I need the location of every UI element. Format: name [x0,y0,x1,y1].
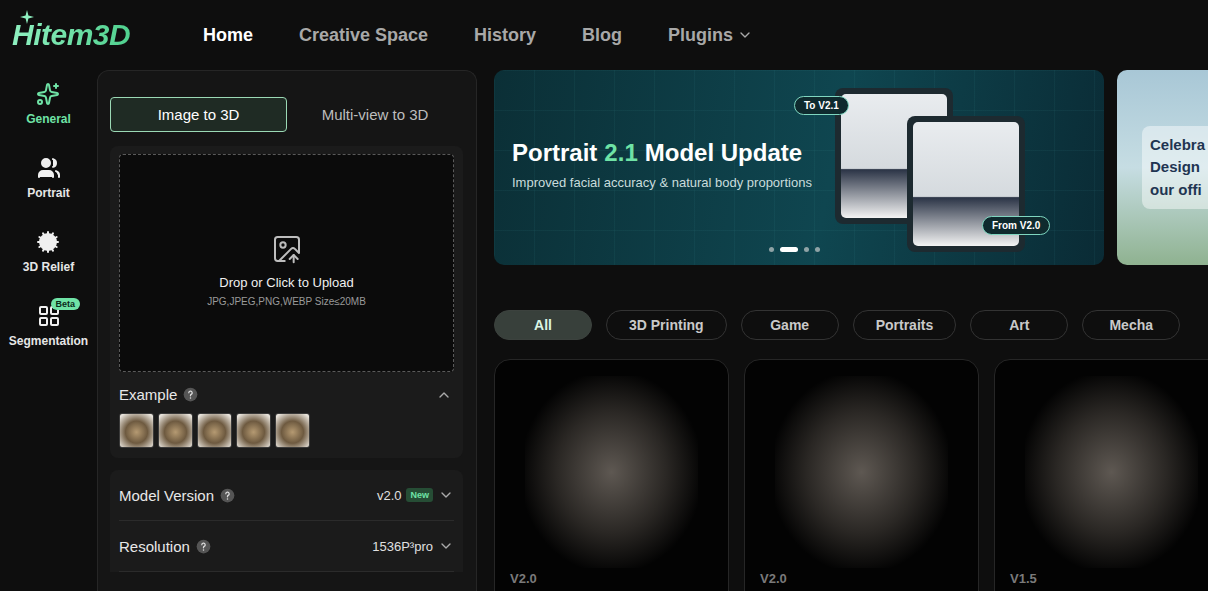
example-thumbnails [119,413,454,448]
nav-item[interactable]: Creative Space [299,25,428,46]
model-card[interactable]: V2.0 [744,359,979,591]
model-preview [775,376,948,568]
beta-badge: Beta [51,298,81,310]
example-label: Example [119,386,198,403]
from-version-badge: From V2.0 [982,216,1050,235]
generate-panel: Image to 3DMulti-view to 3D Drop or Click… [97,70,477,591]
filter-chip[interactable]: 3D Printing [606,310,727,340]
chevron-down-icon [737,27,753,43]
upload-title: Drop or Click to Upload [219,275,353,290]
setting-row[interactable]: Model Version v2.0New [119,470,454,521]
sidebar-item[interactable]: General [26,82,71,126]
next-banner[interactable]: CelebraDesignour offi [1117,70,1208,265]
banner[interactable]: Portrait2.1Model UpdateImproved facial a… [494,70,1104,265]
setting-label: Model Version [119,487,235,504]
chevron-up-icon[interactable] [436,387,452,403]
example-header[interactable]: Example [119,386,454,403]
main-nav: Home Creative Space History Blog Plugins [203,25,753,46]
image-upload-icon [271,233,303,265]
filter-chip[interactable]: Mecha [1082,310,1180,340]
chevron-down-icon [438,487,454,503]
logo-text[interactable]: Hitem3D [12,18,130,52]
sidebar: General Portrait 3D Relief BetaSegmentation [0,70,97,591]
general-icon [36,82,60,106]
help-icon[interactable] [220,488,235,503]
upload-hint: JPG,JPEG,PNG,WEBP Size≤20MB [207,296,366,307]
model-version: V2.0 [760,571,787,586]
input-card: Drop or Click to Upload JPG,JPEG,PNG,WEBP… [110,146,463,458]
setting-value: v2.0New [377,487,454,503]
logo[interactable]: Hitem3D [0,18,203,52]
nav-item[interactable]: Home [203,25,253,46]
nav-item[interactable]: Plugins [668,25,753,46]
example-thumbnail[interactable] [158,413,193,448]
filter-chip[interactable]: Game [741,310,839,340]
filter-chip[interactable]: All [494,310,592,340]
chevron-down-icon [438,538,454,554]
star-icon [20,10,34,24]
relief-icon [36,230,60,254]
example-thumbnail[interactable] [197,413,232,448]
carousel-dot[interactable] [804,247,809,252]
model-card[interactable]: V1.5 [994,359,1208,591]
nav-item[interactable]: Blog [582,25,622,46]
model-preview [525,376,698,568]
filter-chip[interactable]: Art [970,310,1068,340]
model-card[interactable]: V2.0 [494,359,729,591]
sidebar-item[interactable]: Portrait [27,156,70,200]
category-filters: All 3D Printing Game Portraits Art Mecha [494,310,1208,340]
filter-chip[interactable]: Portraits [853,310,957,340]
main-content: Portrait2.1Model UpdateImproved facial a… [494,70,1208,591]
model-version: V1.5 [1010,571,1037,586]
banner-carousel: Portrait2.1Model UpdateImproved facial a… [494,70,1208,265]
mode-tabs: Image to 3DMulti-view to 3D [110,97,463,132]
model-version: V2.0 [510,571,537,586]
model-preview [1025,376,1198,568]
app: Hitem3D Home Creative Space History Blog Plug… [0,0,1208,591]
body: General Portrait 3D Relief BetaSegmentation… [0,70,1208,591]
setting-value: 1536P³pro [372,538,454,554]
upload-dropzone[interactable]: Drop or Click to Upload JPG,JPEG,PNG,WEBP… [119,154,454,372]
carousel-dots [769,247,820,252]
setting-row[interactable]: Resolution 1536P³pro [119,521,454,572]
sidebar-item[interactable]: BetaSegmentation [9,304,88,348]
setting-label: Resolution [119,538,211,555]
carousel-dot[interactable] [780,247,798,252]
sidebar-item[interactable]: 3D Relief [23,230,74,274]
top-bar: Hitem3D Home Creative Space History Blog Plug… [0,0,1208,70]
mode-tab[interactable]: Image to 3D [110,97,287,132]
example-thumbnail[interactable] [119,413,154,448]
example-thumbnail[interactable] [275,413,310,448]
portrait-icon [37,156,61,180]
carousel-dot[interactable] [769,247,774,252]
model-gallery: V2.0 V2.0 V1.5 [494,359,1208,591]
mode-tab[interactable]: Multi-view to 3D [287,97,463,132]
example-thumbnail[interactable] [236,413,271,448]
next-banner-text: CelebraDesignour offi [1142,126,1208,210]
nav-item[interactable]: History [474,25,536,46]
help-icon[interactable] [196,539,211,554]
help-icon[interactable] [183,387,198,402]
settings-card: Model Version v2.0New Resolution 1536P³pro [110,470,463,572]
new-badge: New [406,488,433,502]
carousel-dot[interactable] [815,247,820,252]
to-version-badge: To V2.1 [794,96,849,115]
